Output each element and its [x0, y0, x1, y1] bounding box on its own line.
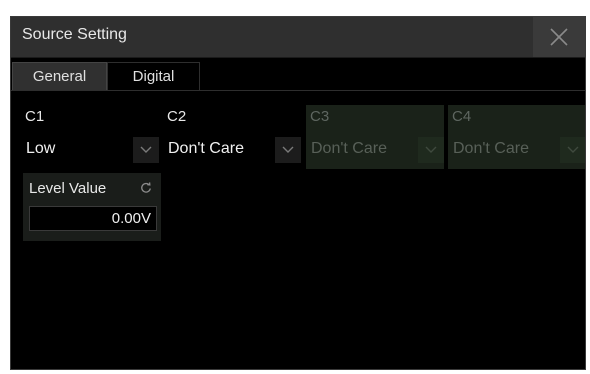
refresh-icon[interactable]: [140, 182, 152, 194]
channel-c2: C2 Don't Care: [163, 105, 301, 169]
select-value: Low: [26, 140, 56, 157]
select-value: Don't Care: [311, 140, 387, 157]
channel-label: C4: [452, 108, 472, 125]
level-value-input[interactable]: 0.00V: [29, 206, 157, 231]
c3-condition-select: Don't Care: [308, 137, 444, 163]
channel-label: C1: [25, 108, 45, 125]
channel-label: C2: [167, 108, 187, 125]
channel-label: C3: [310, 108, 330, 125]
tab-digital[interactable]: Digital: [107, 62, 200, 90]
channel-c3: C3 Don't Care: [306, 105, 444, 169]
tab-general[interactable]: General: [12, 62, 107, 90]
level-value-text: 0.00V: [111, 210, 151, 227]
dialog-title: Source Setting: [22, 26, 127, 43]
level-value-label: Level Value: [29, 180, 107, 197]
close-icon: [550, 28, 568, 46]
close-button[interactable]: [533, 17, 585, 57]
c4-condition-select: Don't Care: [450, 137, 585, 163]
dropdown-button: [560, 137, 585, 163]
level-value-group: Level Value 0.00V: [23, 173, 161, 241]
c2-condition-select[interactable]: Don't Care: [165, 137, 301, 163]
tab-bar: General Digital: [11, 58, 585, 91]
chevron-down-icon: [567, 146, 579, 153]
dialog-titlebar: Source Setting: [11, 17, 585, 58]
c1-condition-select[interactable]: Low: [23, 137, 159, 163]
source-setting-dialog: Source Setting General Digital C1 Low C2…: [10, 16, 586, 370]
chevron-down-icon: [282, 146, 294, 153]
channel-c1: C1 Low: [21, 105, 159, 169]
select-value: Don't Care: [453, 140, 529, 157]
dropdown-button: [418, 137, 444, 163]
channel-c4: C4 Don't Care: [448, 105, 585, 169]
dropdown-button[interactable]: [275, 137, 301, 163]
general-panel: C1 Low C2 Don't Care C3 Don't Care C4 Do…: [11, 91, 585, 369]
select-value: Don't Care: [168, 140, 244, 157]
chevron-down-icon: [140, 146, 152, 153]
chevron-down-icon: [425, 146, 437, 153]
dropdown-button[interactable]: [133, 137, 159, 163]
